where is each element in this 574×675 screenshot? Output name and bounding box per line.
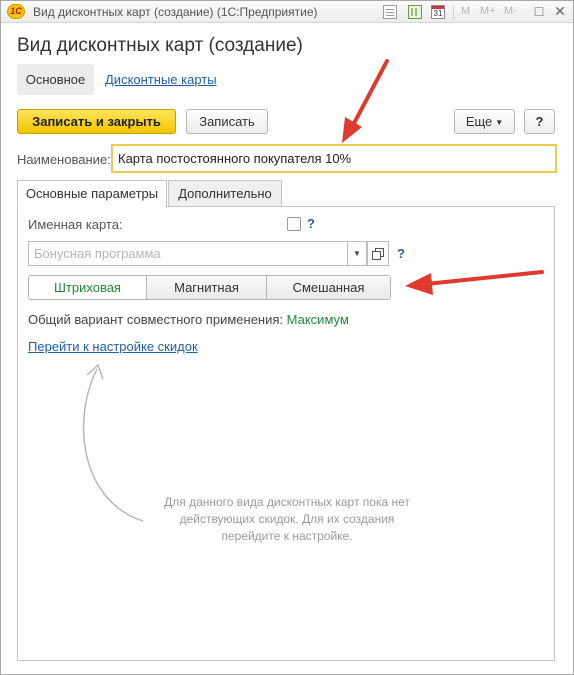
chevron-down-icon: ▼	[353, 249, 361, 258]
named-card-checkbox[interactable]	[287, 217, 301, 231]
calendar-icon[interactable]: 31	[431, 5, 445, 19]
bonus-open-button[interactable]	[367, 241, 389, 266]
card-type-magnetic[interactable]: Магнитная	[146, 275, 267, 300]
named-card-help-icon[interactable]: ?	[307, 216, 315, 231]
memory-button[interactable]: M	[461, 5, 470, 17]
close-icon[interactable]: ✕	[552, 3, 568, 20]
more-menu-button[interactable]: Еще ▼	[454, 109, 515, 134]
bonus-program-input[interactable]	[28, 241, 349, 266]
card-type-barcode[interactable]: Штриховая	[28, 275, 147, 300]
empty-discounts-message: Для данного вида дисконтных карт пока не…	[164, 495, 410, 543]
window-title: Вид дисконтных карт (создание) (1С:Предп…	[33, 5, 318, 19]
1c-logo-icon: 1С	[7, 4, 25, 19]
name-input[interactable]	[111, 144, 557, 173]
window-title-text: Вид дисконтных карт (создание)	[33, 5, 214, 19]
bonus-help-icon[interactable]: ?	[397, 246, 405, 261]
discount-settings-link[interactable]: Перейти к настройке скидок	[28, 339, 198, 354]
combination-row: Общий вариант совместного применения: Ма…	[28, 312, 349, 327]
bonus-dropdown-button[interactable]: ▼	[347, 241, 367, 266]
app-window: 1С Вид дисконтных карт (создание) (1С:Пр…	[0, 0, 574, 675]
nav-main-section[interactable]: Основное	[17, 64, 94, 95]
title-bar: 1С Вид дисконтных карт (создание) (1С:Пр…	[1, 1, 573, 23]
memory-plus-button[interactable]: M+	[480, 5, 496, 17]
save-and-close-button[interactable]: Записать и закрыть	[17, 109, 176, 134]
memory-minus-button[interactable]: M-	[504, 5, 517, 17]
chevron-down-icon: ▼	[495, 118, 504, 127]
save-button[interactable]: Записать	[186, 109, 268, 134]
more-label: Еще	[465, 114, 493, 129]
toolbar-separator	[453, 5, 454, 19]
maximize-icon[interactable]: □	[531, 3, 547, 19]
page-title: Вид дисконтных карт (создание)	[17, 35, 303, 56]
spreadsheet-icon[interactable]	[408, 5, 422, 19]
combination-label: Общий вариант совместного применения:	[28, 312, 284, 327]
window-app-name: (1С:Предприятие)	[216, 5, 318, 19]
nav-link-discount-cards[interactable]: Дисконтные карты	[105, 72, 217, 87]
tab-additional[interactable]: Дополнительно	[168, 180, 282, 207]
annotation-arrow-icon	[342, 59, 389, 143]
card-type-mixed[interactable]: Смешанная	[266, 275, 391, 300]
help-button[interactable]: ?	[524, 109, 555, 134]
document-icon[interactable]	[383, 5, 397, 19]
named-card-label: Именная карта:	[28, 217, 123, 232]
combination-value[interactable]: Максимум	[287, 312, 349, 327]
name-label: Наименование:	[17, 152, 111, 167]
tab-main-params[interactable]: Основные параметры	[17, 180, 167, 208]
